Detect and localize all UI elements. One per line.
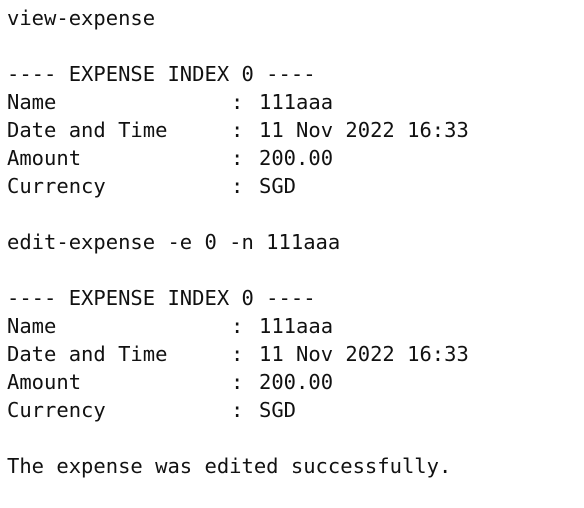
expense-field-row: Name : 111aaa <box>7 88 577 116</box>
field-key: Amount <box>7 370 82 394</box>
field-value: SGD <box>259 398 297 422</box>
command-line: edit-expense -e 0 -n 111aaa <box>7 230 341 254</box>
expense-field-row: Date and Time : 11 Nov 2022 16:33 <box>7 340 577 368</box>
expense-header: ---- EXPENSE INDEX 0 ---- <box>7 62 316 86</box>
field-key: Currency <box>7 398 106 422</box>
field-key: Amount <box>7 146 82 170</box>
field-value: 11 Nov 2022 16:33 <box>259 342 469 366</box>
field-key: Currency <box>7 174 106 198</box>
field-value: 111aaa <box>259 314 334 338</box>
field-separator: : <box>231 370 244 394</box>
field-value: 200.00 <box>259 370 334 394</box>
expense-field-row: Date and Time : 11 Nov 2022 16:33 <box>7 116 577 144</box>
expense-field-row: Currency : SGD <box>7 396 577 424</box>
field-value: 200.00 <box>259 146 334 170</box>
expense-header: ---- EXPENSE INDEX 0 ---- <box>7 286 316 310</box>
expense-field-row: Amount : 200.00 <box>7 144 577 172</box>
field-separator: : <box>231 174 244 198</box>
result-message: The expense was edited successfully. <box>7 454 452 478</box>
field-separator: : <box>231 118 244 142</box>
field-value: SGD <box>259 174 297 198</box>
field-separator: : <box>231 342 244 366</box>
terminal-output: view-expense ---- EXPENSE INDEX 0 ---- N… <box>7 4 577 480</box>
field-key: Name <box>7 314 57 338</box>
field-separator: : <box>231 398 244 422</box>
expense-field-row: Currency : SGD <box>7 172 577 200</box>
field-key: Date and Time <box>7 118 168 142</box>
field-key: Name <box>7 90 57 114</box>
field-key: Date and Time <box>7 342 168 366</box>
field-separator: : <box>231 314 244 338</box>
expense-field-row: Amount : 200.00 <box>7 368 577 396</box>
command-line: view-expense <box>7 6 156 30</box>
field-value: 11 Nov 2022 16:33 <box>259 118 469 142</box>
expense-field-row: Name : 111aaa <box>7 312 577 340</box>
field-separator: : <box>231 146 244 170</box>
field-value: 111aaa <box>259 90 334 114</box>
field-separator: : <box>231 90 244 114</box>
